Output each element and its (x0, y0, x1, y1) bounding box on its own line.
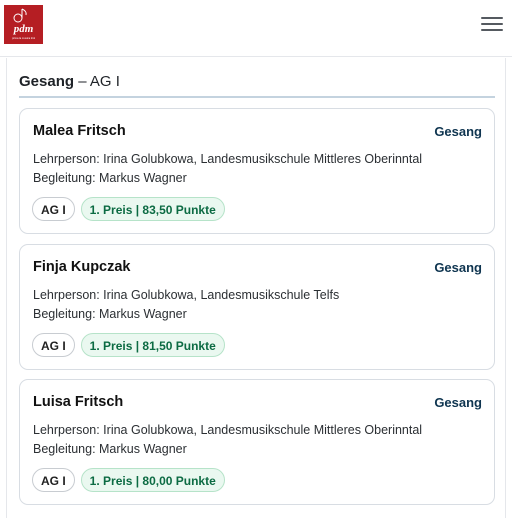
participant-name: Malea Fritsch (33, 123, 126, 139)
age-group-badge: AG I (32, 468, 75, 492)
teacher-line: Lehrperson: Irina Golubkowa, Landesmusik… (33, 423, 423, 437)
section-category: Gesang (19, 73, 75, 90)
section-group: AG I (89, 73, 120, 90)
section-title: Gesang – AG I (19, 73, 495, 98)
prize-badge: 1. Preis | 81,50 Punkte (80, 333, 225, 357)
participant-name: Finja Kupczak (33, 259, 131, 275)
participant-name: Luisa Fritsch (33, 394, 124, 410)
age-group-badge: AG I (32, 333, 75, 357)
badge-row: AG I 1. Preis | 83,50 Punkte (32, 197, 225, 221)
accompaniment-line: Begleitung: Markus Wagner (33, 171, 187, 185)
participant-category: Gesang (434, 260, 482, 275)
prize-badge: 1. Preis | 80,00 Punkte (80, 468, 225, 492)
menu-bar-top (481, 17, 503, 19)
menu-bar-middle (481, 23, 503, 25)
participant-category: Gesang (434, 395, 482, 410)
accompaniment-line: Begleitung: Markus Wagner (33, 307, 187, 321)
pdm-logo[interactable]: pdm prima la musica tirol (4, 5, 43, 44)
badge-row: AG I 1. Preis | 80,00 Punkte (32, 468, 225, 492)
logo-text: pdm (13, 23, 34, 35)
top-bar: pdm prima la musica tirol (0, 0, 512, 57)
participant-card[interactable]: Finja Kupczak Gesang Lehrperson: Irina G… (19, 244, 495, 370)
menu-bar-bottom (481, 29, 503, 31)
participant-category: Gesang (434, 124, 482, 139)
prize-badge: 1. Preis | 83,50 Punkte (80, 197, 225, 221)
participant-card[interactable]: Malea Fritsch Gesang Lehrperson: Irina G… (19, 108, 495, 234)
results-panel: Gesang – AG I Malea Fritsch Gesang Lehrp… (6, 58, 506, 518)
badge-row: AG I 1. Preis | 81,50 Punkte (32, 333, 225, 357)
section-separator: – (74, 73, 90, 90)
participant-card[interactable]: Luisa Fritsch Gesang Lehrperson: Irina G… (19, 379, 495, 505)
age-group-badge: AG I (32, 197, 75, 221)
teacher-line: Lehrperson: Irina Golubkowa, Landesmusik… (33, 288, 340, 302)
accompaniment-line: Begleitung: Markus Wagner (33, 442, 187, 456)
teacher-line: Lehrperson: Irina Golubkowa, Landesmusik… (33, 152, 423, 166)
logo-subtext: prima la musica tirol (12, 36, 35, 40)
hamburger-menu-icon[interactable] (480, 14, 504, 34)
logo-graphic: pdm prima la musica tirol (4, 5, 43, 44)
